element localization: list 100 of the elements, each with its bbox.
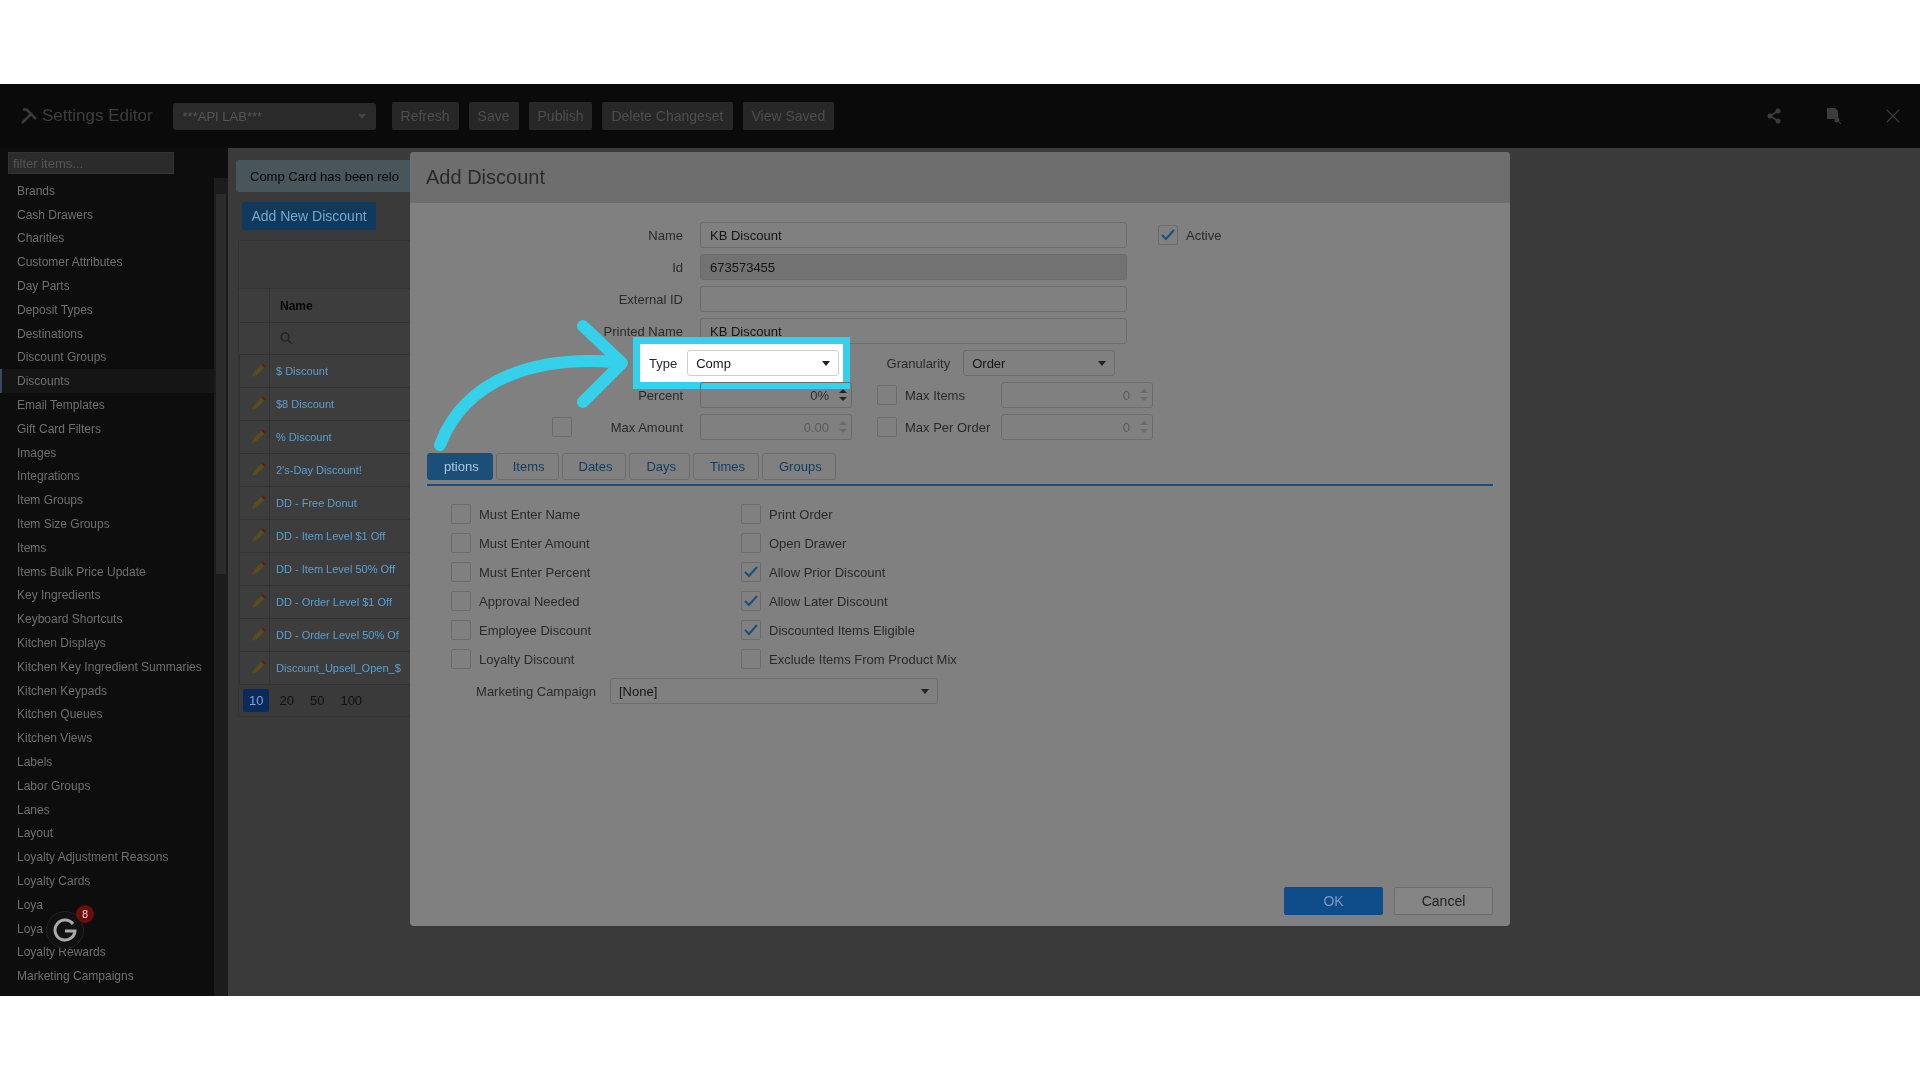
sidebar-item[interactable]: Gift Card Filters bbox=[0, 416, 105, 441]
sidebar-item[interactable]: Integrations bbox=[0, 464, 84, 489]
pencil-icon[interactable] bbox=[250, 594, 266, 610]
sidebar-item[interactable]: Destinations bbox=[0, 321, 88, 346]
checkbox[interactable] bbox=[741, 620, 761, 640]
sidebar-item[interactable]: Loyalty Adjustment Reasons bbox=[0, 845, 173, 870]
page-size-option[interactable]: 10 bbox=[243, 689, 270, 712]
pencil-icon[interactable] bbox=[250, 363, 266, 379]
sidebar-item[interactable]: Day Parts bbox=[0, 274, 74, 298]
granularity-select[interactable]: Order bbox=[963, 350, 1116, 376]
field-label: Id bbox=[671, 259, 683, 275]
notification-count: 8 bbox=[76, 905, 94, 923]
checkbox-label: Allow Later Discount bbox=[769, 593, 888, 609]
share-icon[interactable] bbox=[1766, 108, 1782, 124]
sidebar-item[interactable]: Kitchen Queues bbox=[0, 702, 107, 727]
percent-field[interactable]: 0% bbox=[700, 382, 852, 408]
pencil-icon[interactable] bbox=[250, 495, 266, 511]
sidebar-item[interactable]: Loya bbox=[0, 892, 48, 917]
field-label: Type bbox=[649, 355, 678, 371]
text-field[interactable]: KB Discount bbox=[700, 318, 1127, 344]
text-field[interactable]: KB Discount bbox=[700, 222, 1127, 248]
marketing-campaign-select[interactable]: [None] bbox=[610, 678, 938, 704]
tab[interactable]: Dates bbox=[561, 453, 627, 480]
checkbox-label: Max Per Order bbox=[905, 419, 992, 435]
tab[interactable]: ptions bbox=[427, 453, 493, 480]
sidebar-item[interactable]: Items bbox=[0, 535, 51, 560]
sidebar-item[interactable]: Labor Groups bbox=[0, 773, 95, 798]
sidebar-item[interactable]: Loya bbox=[0, 916, 48, 941]
spinner-arrows-icon[interactable] bbox=[839, 388, 847, 402]
check-icon bbox=[1161, 229, 1175, 241]
tools-icon bbox=[20, 107, 38, 125]
type-select[interactable]: Comp bbox=[687, 350, 840, 376]
pencil-icon[interactable] bbox=[250, 462, 266, 478]
sidebar-item[interactable]: Lanes bbox=[0, 797, 54, 822]
sidebar-item[interactable]: Deposit Types bbox=[0, 298, 97, 322]
sidebar-item[interactable]: Brands bbox=[0, 179, 60, 203]
sidebar-item[interactable]: Cash Drawers bbox=[0, 202, 98, 227]
check-icon bbox=[744, 566, 758, 578]
add-discount-button[interactable]: Add New Discount bbox=[242, 202, 376, 230]
checkbox-label: Max Amount bbox=[609, 419, 683, 435]
caret-icon bbox=[921, 688, 929, 694]
sidebar-item[interactable]: Keyboard Shortcuts bbox=[0, 607, 127, 632]
tab[interactable]: Items bbox=[495, 453, 559, 480]
checkbox-label: Active bbox=[1186, 227, 1222, 243]
document-search-icon[interactable] bbox=[1826, 107, 1842, 125]
close-icon[interactable] bbox=[1886, 109, 1900, 123]
sidebar-item[interactable]: Discount Groups bbox=[0, 345, 111, 370]
pencil-icon[interactable] bbox=[250, 528, 266, 544]
ok-button[interactable]: OK bbox=[1284, 887, 1383, 915]
sidebar-item[interactable]: Discounts bbox=[0, 369, 214, 394]
g-logo-icon[interactable] bbox=[46, 911, 84, 949]
sidebar-item[interactable]: Loyalty Rewards bbox=[0, 940, 110, 965]
caret-icon bbox=[357, 113, 366, 119]
sidebar-item[interactable]: Kitchen Keypads bbox=[0, 678, 112, 703]
sidebar-item[interactable]: Item Groups bbox=[0, 488, 88, 513]
caret-icon bbox=[1098, 360, 1107, 366]
pencil-icon[interactable] bbox=[250, 429, 266, 445]
sidebar-item[interactable]: Kitchen Displays bbox=[0, 631, 110, 655]
sidebar-item[interactable]: Item Size Groups bbox=[0, 512, 114, 536]
tab[interactable]: Times bbox=[693, 453, 759, 480]
pencil-icon[interactable] bbox=[250, 660, 266, 676]
field-label: Marketing Campaign bbox=[475, 683, 596, 699]
sidebar-item[interactable]: Marketing Campaigns bbox=[0, 964, 138, 989]
notification-banner: Comp Card has been relo bbox=[236, 160, 410, 192]
checkbox-label: Open Drawer bbox=[769, 535, 847, 551]
field-label: Granularity bbox=[885, 355, 951, 371]
pencil-icon[interactable] bbox=[250, 396, 266, 412]
sidebar-item[interactable]: Images bbox=[0, 440, 61, 465]
scrollbar[interactable] bbox=[214, 178, 228, 996]
sidebar-item[interactable]: Items Bulk Price Update bbox=[0, 559, 150, 584]
tab[interactable]: Days bbox=[629, 453, 691, 480]
check-icon bbox=[744, 624, 758, 636]
pencil-icon[interactable] bbox=[250, 627, 266, 643]
checkbox-label: Must Enter Percent bbox=[479, 564, 591, 580]
tab[interactable]: Groups bbox=[762, 453, 836, 480]
dialog-title: Add Discount bbox=[426, 166, 545, 189]
checkbox[interactable] bbox=[1158, 225, 1178, 245]
field-label: Name bbox=[647, 227, 683, 243]
sidebar-item[interactable]: Key Ingredients bbox=[0, 583, 105, 608]
checkbox[interactable] bbox=[741, 591, 761, 611]
cancel-button[interactable]: Cancel bbox=[1394, 887, 1493, 915]
sidebar-item[interactable]: Layout bbox=[0, 821, 58, 846]
checkbox-label: Exclude Items From Product Mix bbox=[769, 651, 957, 667]
checkbox-label: Must Enter Amount bbox=[479, 535, 590, 551]
check-icon bbox=[744, 595, 758, 607]
checkbox-label: Print Order bbox=[769, 506, 833, 522]
caret-icon bbox=[822, 360, 831, 366]
checkbox-label: Loyalty Discount bbox=[479, 651, 575, 667]
sidebar-item[interactable]: Loyalty Cards bbox=[0, 869, 95, 893]
sidebar-item[interactable]: Labels bbox=[0, 750, 57, 774]
sidebar-item[interactable]: Email Templates bbox=[0, 393, 109, 417]
sidebar-item[interactable]: Kitchen Key Ingredient Summaries bbox=[0, 654, 206, 679]
checkbox-label: Employee Discount bbox=[479, 622, 591, 638]
checkbox[interactable] bbox=[741, 562, 761, 582]
sidebar-item[interactable]: Customer Attributes bbox=[0, 250, 127, 275]
sidebar-item[interactable]: Kitchen Views bbox=[0, 726, 97, 751]
sidebar-item[interactable]: Charities bbox=[0, 226, 69, 251]
pencil-icon[interactable] bbox=[250, 561, 266, 577]
checkbox-label: Discounted Items Eligible bbox=[769, 622, 915, 638]
field-label: External ID bbox=[617, 291, 683, 307]
